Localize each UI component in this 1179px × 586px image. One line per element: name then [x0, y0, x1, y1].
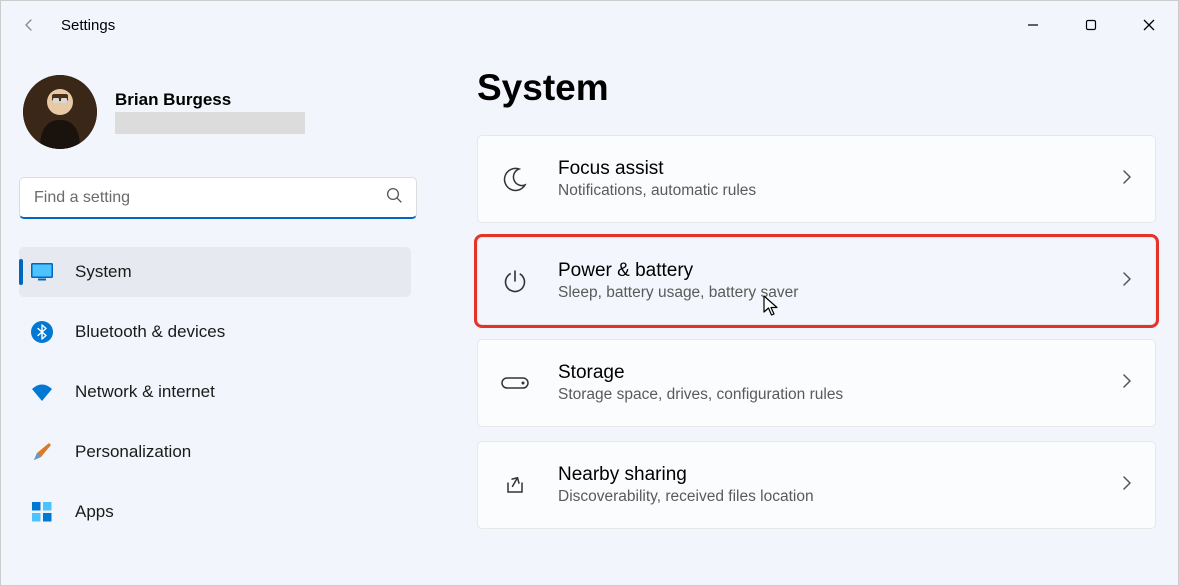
back-icon: [19, 15, 39, 35]
card-focus-assist[interactable]: Focus assist Notifications, automatic ru…: [477, 135, 1156, 223]
card-sub: Storage space, drives, configuration rul…: [558, 386, 1121, 404]
avatar: [23, 75, 97, 149]
close-button[interactable]: [1120, 5, 1178, 45]
card-sub: Sleep, battery usage, battery saver: [558, 284, 1121, 302]
card-power-battery[interactable]: Power & battery Sleep, battery usage, ba…: [477, 237, 1156, 325]
sidebar-item-system[interactable]: System: [19, 247, 411, 297]
system-icon: [31, 261, 53, 283]
sidebar-item-bluetooth[interactable]: Bluetooth & devices: [19, 307, 411, 357]
bluetooth-icon: [31, 321, 53, 343]
chevron-right-icon: [1121, 371, 1133, 396]
sidebar-item-label: Personalization: [75, 442, 191, 462]
user-name: Brian Burgess: [115, 90, 305, 110]
storage-icon: [500, 368, 530, 398]
share-icon: [500, 470, 530, 500]
card-title: Power & battery: [558, 260, 1121, 282]
titlebar: Settings: [1, 1, 1178, 49]
sidebar-item-label: Bluetooth & devices: [75, 322, 225, 342]
card-title: Storage: [558, 362, 1121, 384]
main-content: System Focus assist Notifications, autom…: [429, 49, 1178, 585]
minimize-button[interactable]: [1004, 5, 1062, 45]
chevron-right-icon: [1121, 269, 1133, 294]
sidebar-item-personalization[interactable]: Personalization: [19, 427, 411, 477]
card-nearby-sharing[interactable]: Nearby sharing Discoverability, received…: [477, 441, 1156, 529]
moon-icon: [500, 164, 530, 194]
brush-icon: [31, 441, 53, 463]
user-email: [115, 112, 305, 134]
sidebar: Brian Burgess System Bluetoot: [1, 49, 429, 585]
card-sub: Discoverability, received files location: [558, 488, 1121, 506]
search-input[interactable]: [19, 177, 417, 219]
power-icon: [500, 266, 530, 296]
nav-list: System Bluetooth & devices Network & int…: [19, 247, 411, 537]
search-icon: [386, 187, 403, 209]
window-controls: [1004, 5, 1178, 45]
sidebar-item-network[interactable]: Network & internet: [19, 367, 411, 417]
wifi-icon: [31, 381, 53, 403]
user-block[interactable]: Brian Burgess: [23, 75, 411, 149]
apps-icon: [31, 501, 53, 523]
maximize-button[interactable]: [1062, 5, 1120, 45]
sidebar-item-apps[interactable]: Apps: [19, 487, 411, 537]
sidebar-item-label: System: [75, 262, 132, 282]
search-field[interactable]: [19, 177, 417, 219]
card-title: Focus assist: [558, 158, 1121, 180]
sidebar-item-label: Network & internet: [75, 382, 215, 402]
page-title: System: [477, 67, 1156, 109]
app-title: Settings: [61, 17, 115, 34]
chevron-right-icon: [1121, 473, 1133, 498]
card-sub: Notifications, automatic rules: [558, 182, 1121, 200]
sidebar-item-label: Apps: [75, 502, 114, 522]
chevron-right-icon: [1121, 167, 1133, 192]
card-storage[interactable]: Storage Storage space, drives, configura…: [477, 339, 1156, 427]
card-title: Nearby sharing: [558, 464, 1121, 486]
